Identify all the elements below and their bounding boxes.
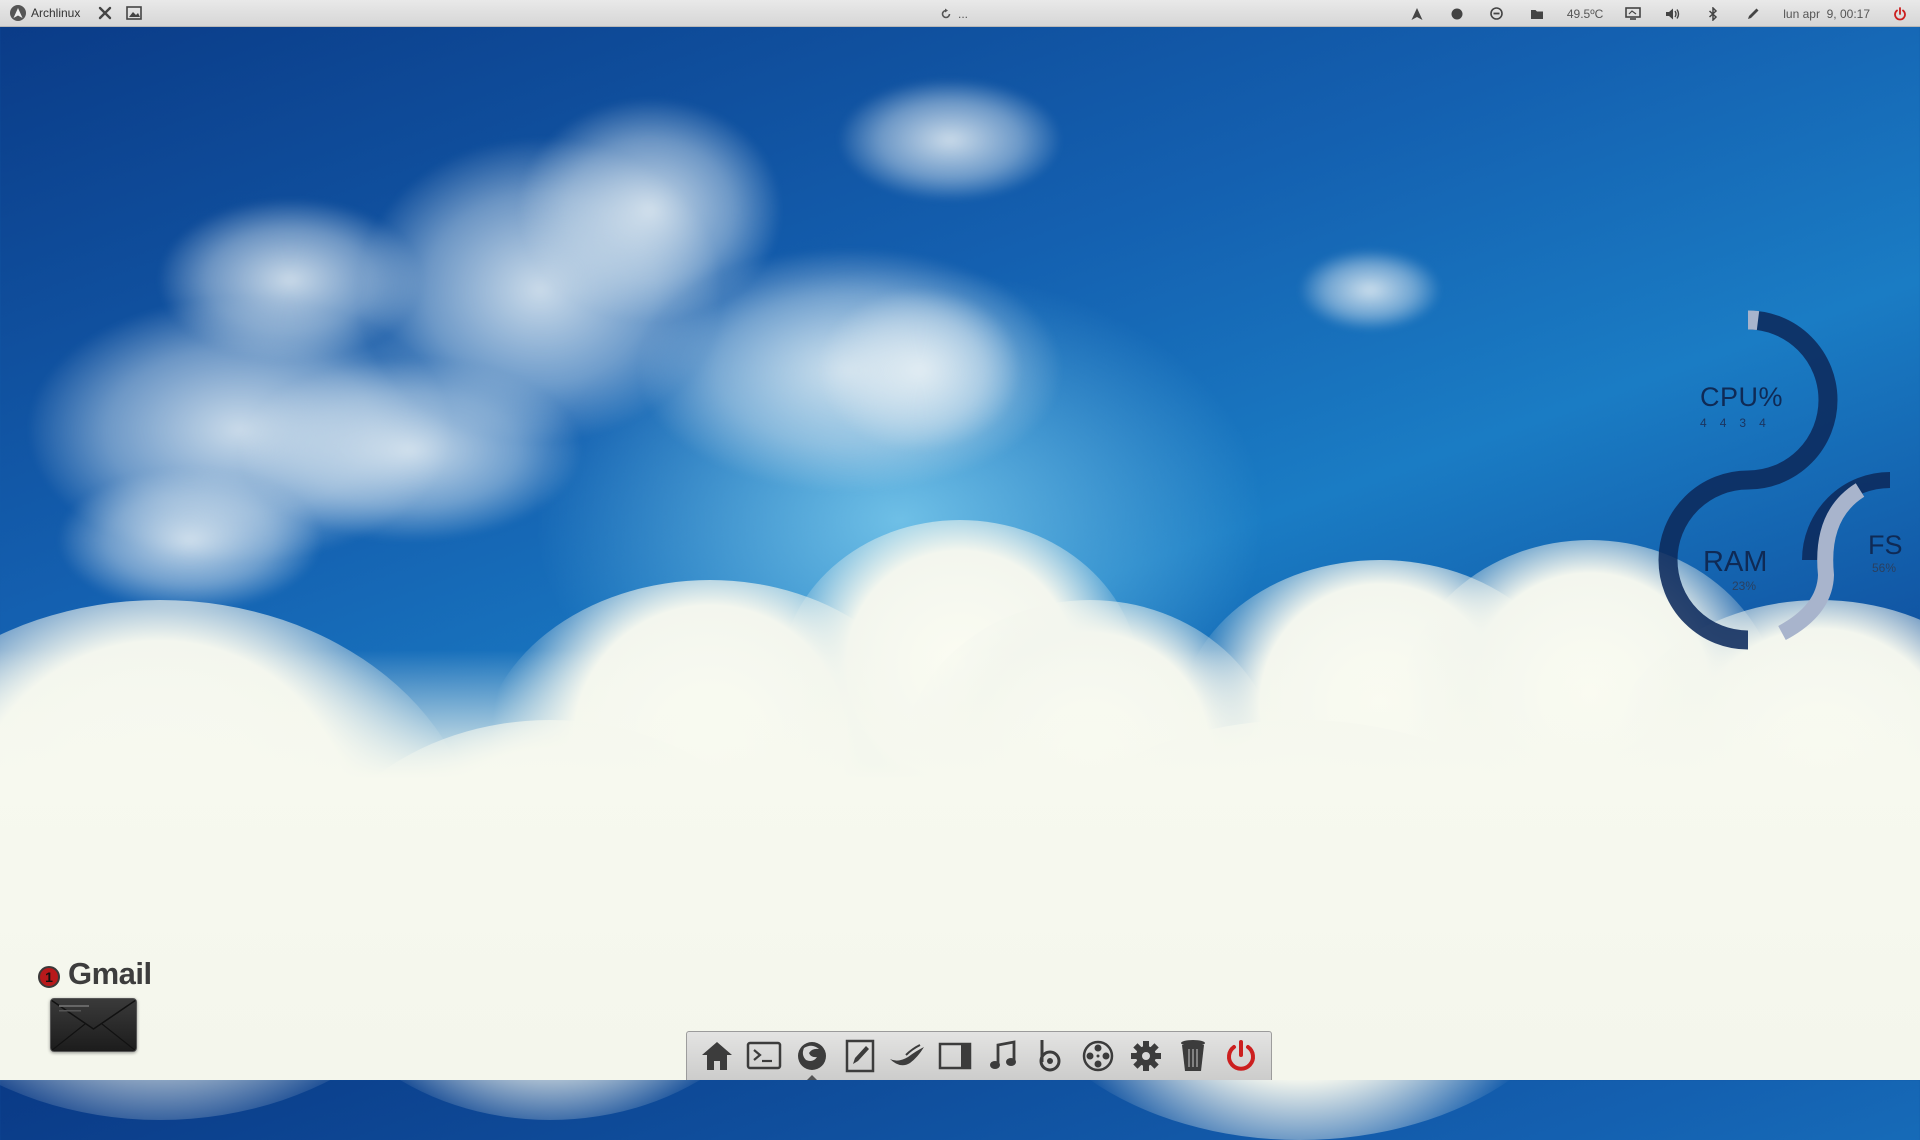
display-button[interactable]	[1623, 4, 1643, 24]
edit-button[interactable]	[1743, 4, 1763, 24]
music-icon	[989, 1040, 1016, 1069]
ram-value: 23%	[1732, 579, 1757, 593]
cpu-ring-fill	[1747, 310, 1760, 331]
firefox-icon	[798, 1042, 827, 1070]
terminal-icon	[747, 1041, 782, 1070]
cpu-temperature: 49.5ºC	[1566, 6, 1604, 21]
home-icon	[701, 1042, 732, 1070]
power-icon	[1227, 1040, 1256, 1071]
thunderbird-icon	[890, 1044, 925, 1066]
top-panel: Archlinux ... 49.5ºC lun apr 9, 00:17	[0, 0, 1920, 27]
close-icon	[99, 6, 112, 20]
image-icon	[126, 6, 143, 20]
clock[interactable]: lun apr 9, 00:17	[1783, 7, 1870, 21]
bluetooth-button[interactable]	[1703, 4, 1723, 24]
bluetooth-icon	[1709, 6, 1718, 21]
cpu-core-value: 3	[1739, 416, 1747, 430]
running-indicator	[807, 1075, 818, 1080]
refresh-icon	[941, 8, 951, 18]
dock-files[interactable]	[934, 1034, 976, 1078]
monitor-icon	[1625, 7, 1642, 20]
conky-rings	[1658, 310, 1891, 650]
power-icon	[1894, 6, 1906, 20]
arch-icon	[1411, 7, 1423, 20]
ram-label: RAM	[1703, 546, 1768, 578]
video-player-icon	[1082, 1040, 1114, 1072]
show-desktop-button[interactable]	[126, 0, 143, 27]
panel-center[interactable]: ...	[940, 0, 968, 27]
dock-trash[interactable]	[1172, 1034, 1214, 1078]
settings-icon	[1130, 1041, 1161, 1071]
unread-badge: 1	[38, 966, 60, 988]
shutdown-button[interactable]	[1890, 4, 1910, 24]
dock-settings[interactable]	[1125, 1034, 1167, 1078]
fs-label: FS	[1868, 530, 1903, 560]
cpu-cores: 4 4 3 4	[1700, 416, 1766, 430]
speaker-icon	[1666, 8, 1680, 19]
volume-button[interactable]	[1663, 4, 1683, 24]
wallpaper	[0, 0, 1920, 1140]
app-menu[interactable]: Archlinux	[0, 0, 143, 27]
text-editor-icon	[845, 1039, 875, 1073]
arch-tray-button[interactable]	[1407, 4, 1427, 24]
gmail-label: Gmail	[68, 956, 152, 991]
minus-circle-icon	[1490, 7, 1504, 20]
dock-video[interactable]	[1077, 1034, 1119, 1078]
dock-music[interactable]	[982, 1034, 1024, 1078]
dock-torrent[interactable]	[1029, 1034, 1071, 1078]
dock-terminal[interactable]	[743, 1034, 785, 1078]
close-window-button[interactable]	[98, 0, 112, 27]
bittorrent-icon	[1039, 1040, 1061, 1072]
cpu-core-value: 4	[1719, 416, 1727, 430]
dock-mail[interactable]	[886, 1034, 928, 1078]
dock-firefox[interactable]	[791, 1034, 833, 1080]
dock-home[interactable]	[696, 1034, 738, 1078]
arch-logo-icon	[10, 5, 26, 21]
cpu-label: CPU%	[1700, 382, 1784, 412]
dock-power[interactable]	[1220, 1034, 1262, 1078]
trash-icon	[1181, 1040, 1206, 1071]
dnd-button[interactable]	[1487, 4, 1507, 24]
circle-icon	[1451, 8, 1463, 19]
cpu-core-value: 4	[1700, 416, 1707, 430]
file-manager-icon	[938, 1042, 972, 1070]
pencil-icon	[1748, 8, 1759, 19]
record-button[interactable]	[1447, 4, 1467, 24]
cpu-core-value: 4	[1759, 416, 1766, 430]
fs-value: 56%	[1872, 561, 1897, 575]
folder-icon	[1530, 9, 1543, 19]
system-tray: 49.5ºC lun apr 9, 00:17	[1397, 0, 1912, 27]
dock	[686, 1031, 1272, 1080]
envelope-icon[interactable]	[50, 998, 137, 1052]
app-menu-label: Archlinux	[31, 6, 81, 20]
dock-editor[interactable]	[839, 1034, 881, 1078]
panel-center-label: ...	[958, 6, 969, 21]
files-button[interactable]	[1527, 4, 1547, 24]
